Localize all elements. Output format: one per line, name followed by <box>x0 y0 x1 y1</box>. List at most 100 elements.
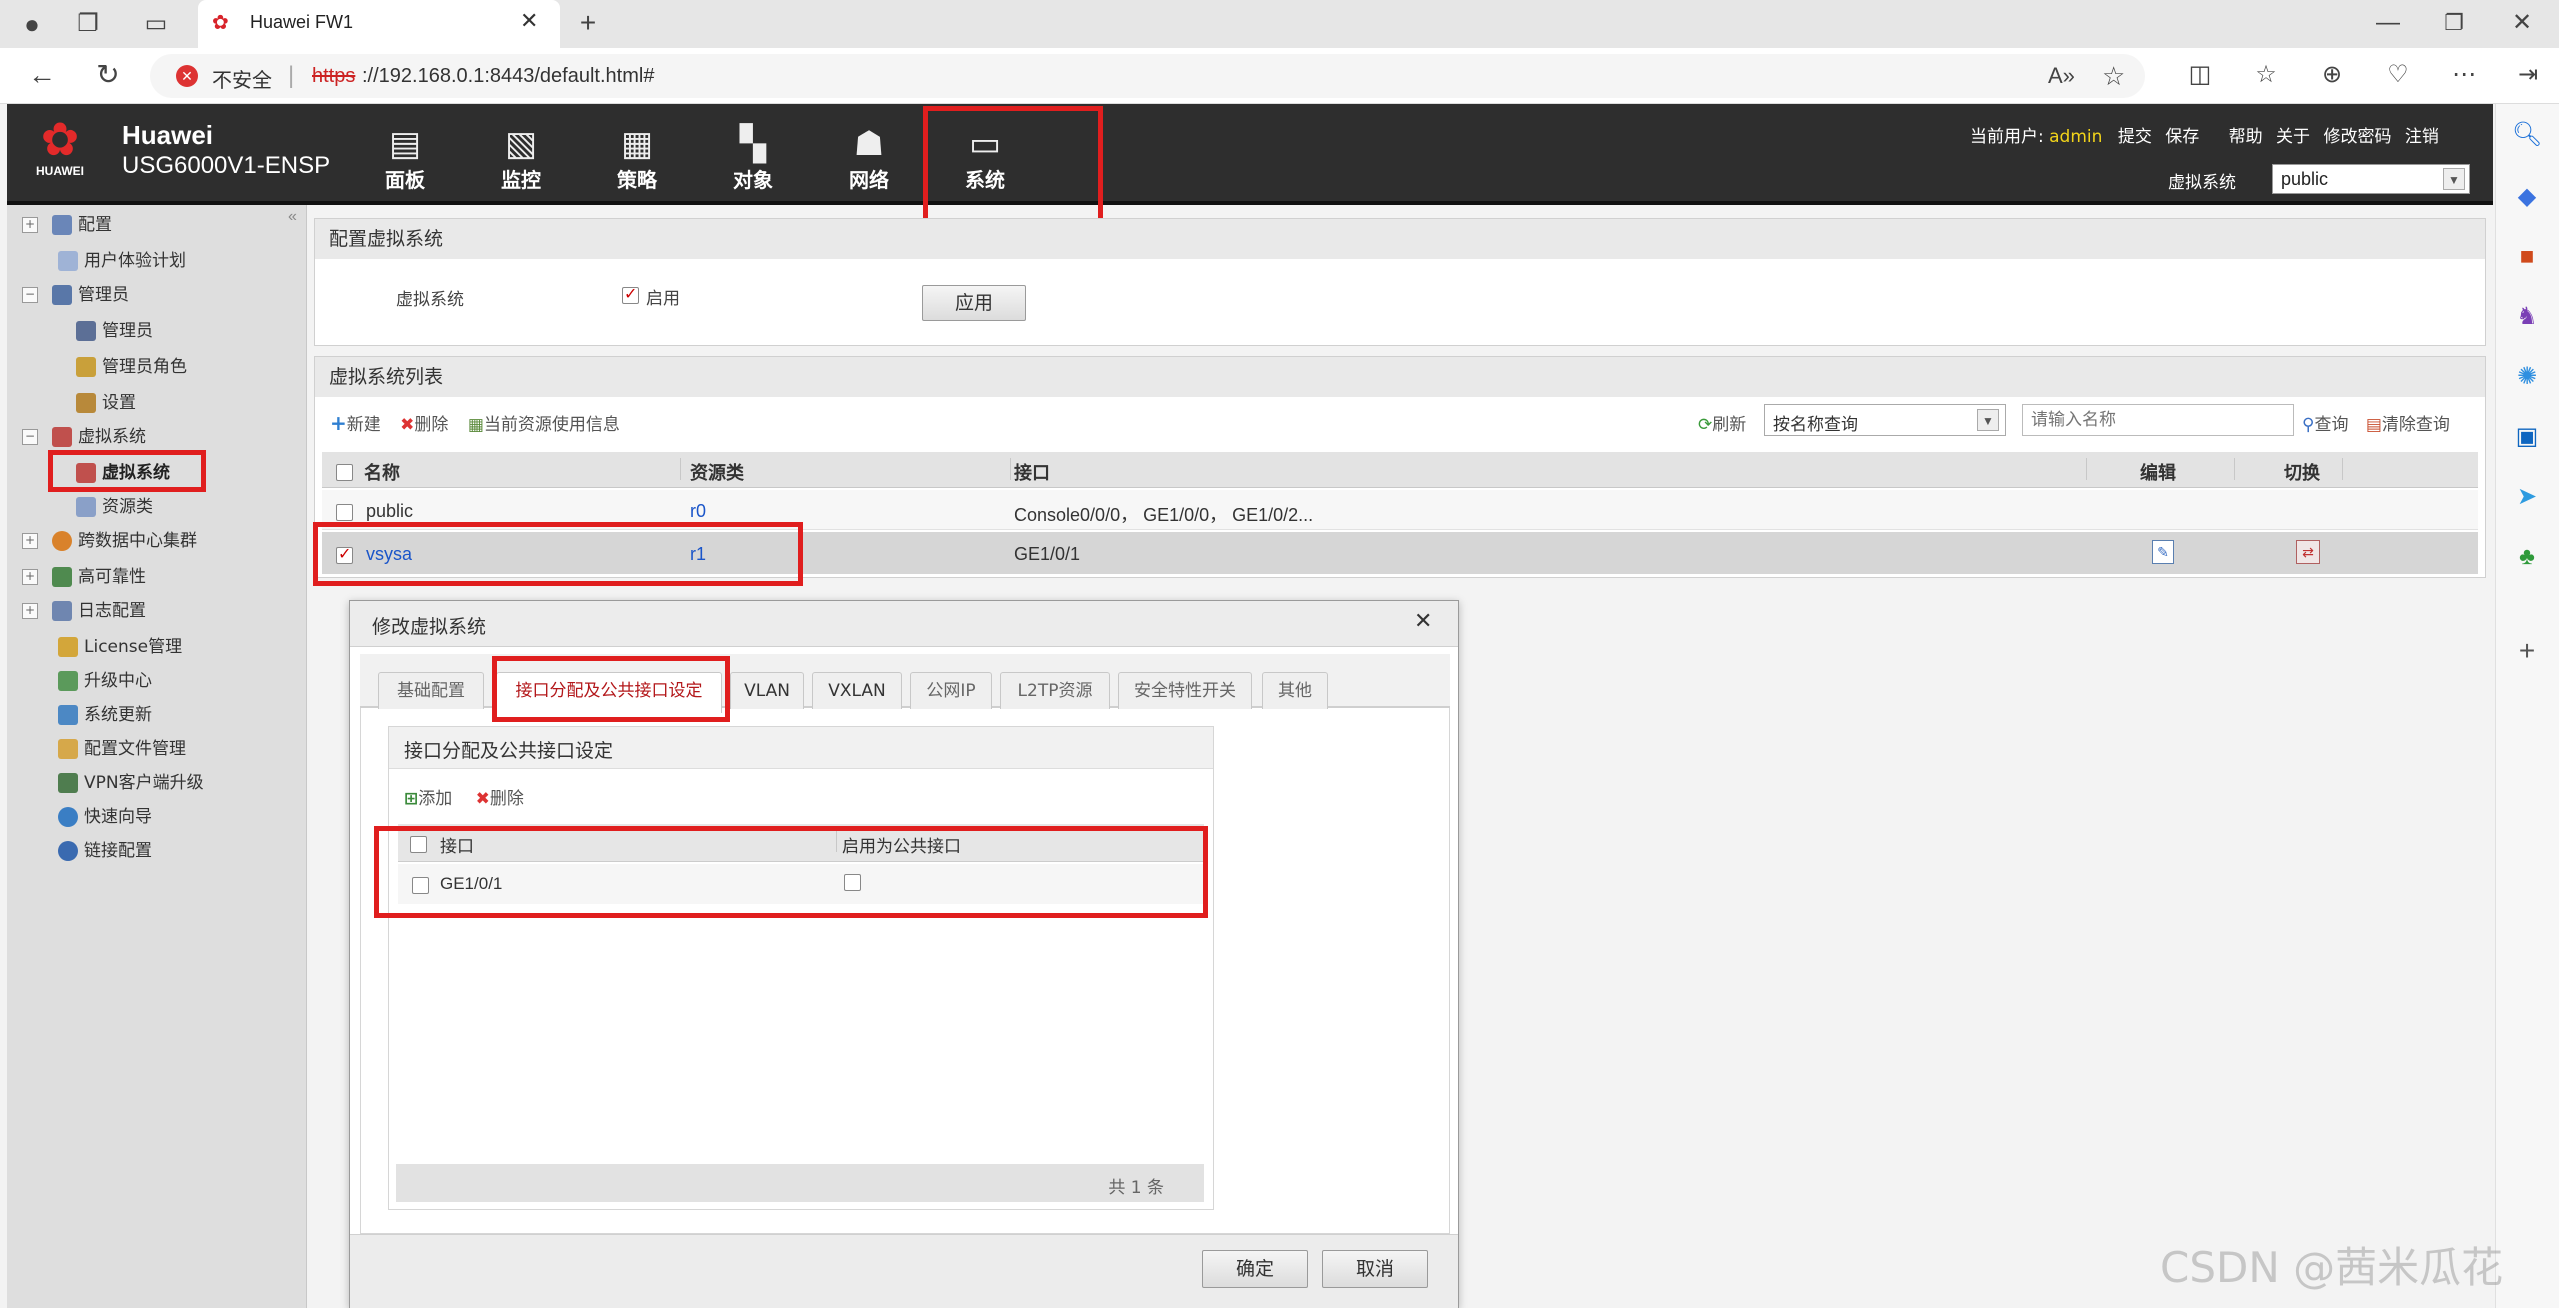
collections-icon[interactable]: ❐ <box>72 9 104 39</box>
add-interface-button[interactable]: 添加 <box>418 789 452 809</box>
more-menu-icon[interactable]: ⋯ <box>2448 60 2480 90</box>
nav-monitor[interactable]: ▧ 监控 <box>466 104 576 204</box>
resource-usage-icon[interactable]: ▦ <box>468 415 484 435</box>
expand-icon[interactable]: + <box>22 569 38 585</box>
tab-actions-icon[interactable]: ▭ <box>140 9 172 39</box>
change-password-link[interactable]: 修改密码 <box>2323 127 2391 147</box>
games-icon[interactable]: ♞ <box>2511 302 2543 332</box>
row-resource-link[interactable]: r0 <box>690 501 706 522</box>
send-icon[interactable]: ➤ <box>2511 482 2543 512</box>
tag-icon[interactable]: ◆ <box>2511 182 2543 212</box>
url-field[interactable]: ✕ 不安全 | https ://192.168.0.1:8443/defaul… <box>150 54 2145 98</box>
tree-item-link-config[interactable]: 链接配置 <box>58 836 152 866</box>
tab-security-features[interactable]: 安全特性开关 <box>1118 672 1252 709</box>
dialog-close-icon[interactable]: ✕ <box>1414 608 1432 634</box>
copilot-icon[interactable]: ✺ <box>2511 362 2543 392</box>
switch-icon[interactable]: ⇄ <box>2296 540 2320 564</box>
tab-public-ip[interactable]: 公网IP <box>910 672 992 709</box>
logout-link[interactable]: 注销 <box>2405 127 2439 147</box>
help-link[interactable]: 帮助 <box>2229 127 2263 147</box>
read-aloud-icon[interactable]: A» <box>2048 63 2075 89</box>
tree-item-config-file[interactable]: 配置文件管理 <box>58 734 186 764</box>
collapse-icon[interactable]: − <box>22 287 38 303</box>
tree-item-log-config[interactable]: + 日志配置 <box>22 596 146 626</box>
tab-l2tp-resource[interactable]: L2TP资源 <box>1000 672 1110 709</box>
tools-icon[interactable]: ■ <box>2511 242 2543 272</box>
delete-interface-button[interactable]: 删除 <box>490 789 524 809</box>
collections-add-icon[interactable]: ⊕ <box>2316 60 2348 90</box>
browser-tab-active[interactable]: ✿ Huawei FW1 ✕ <box>198 0 560 48</box>
collapse-panel-icon[interactable]: « <box>288 208 297 226</box>
profile-icon[interactable]: ● <box>16 9 48 39</box>
add-icon[interactable]: + <box>330 411 347 435</box>
outlook-icon[interactable]: ▣ <box>2511 422 2543 452</box>
nav-policy[interactable]: ▦ 策略 <box>582 104 692 204</box>
add-icon[interactable]: ⊞ <box>404 789 418 809</box>
select-all-checkbox[interactable] <box>336 461 353 482</box>
apply-button[interactable]: 应用 <box>922 285 1026 321</box>
resource-usage-button[interactable]: 当前资源使用信息 <box>484 415 620 435</box>
new-button[interactable]: 新建 <box>347 415 381 435</box>
tree-item-config[interactable]: + 配置 <box>22 210 112 240</box>
vsys-enable-checkbox[interactable] <box>622 284 639 305</box>
delete-icon[interactable]: ✖ <box>400 415 414 435</box>
col-interface[interactable]: 接口 <box>1014 459 1050 485</box>
save-link[interactable]: 保存 <box>2165 127 2199 147</box>
col-resource[interactable]: 资源类 <box>690 459 744 485</box>
restore-icon[interactable]: ❐ <box>2438 8 2470 38</box>
tree-item-vpn-client-upgrade[interactable]: VPN客户端升级 <box>58 768 204 798</box>
reload-icon[interactable]: ↻ <box>92 60 124 90</box>
tab-basic-config[interactable]: 基础配置 <box>378 672 484 709</box>
refresh-area[interactable]: ⟳刷新 <box>1698 410 1746 435</box>
favorite-star-icon[interactable]: ☆ <box>2102 61 2125 92</box>
tab-close-icon[interactable]: ✕ <box>520 8 538 34</box>
nav-dashboard[interactable]: ▤ 面板 <box>350 104 460 204</box>
split-screen-icon[interactable]: ◫ <box>2184 60 2216 90</box>
add-sidebar-app-icon[interactable]: + <box>2511 636 2543 666</box>
expand-icon[interactable]: + <box>22 603 38 619</box>
tree-item-license[interactable]: License管理 <box>58 632 182 662</box>
delete-button[interactable]: 删除 <box>414 415 448 435</box>
tree-item-admin[interactable]: 管理员 <box>76 316 153 346</box>
tree-item-quick-wizard[interactable]: 快速向导 <box>58 802 152 832</box>
minimize-icon[interactable]: — <box>2372 8 2404 38</box>
favorites-icon[interactable]: ☆ <box>2250 60 2282 90</box>
col-name[interactable]: 名称 <box>364 459 400 485</box>
new-tab-icon[interactable]: + <box>572 8 604 38</box>
tree-item-admin-role[interactable]: 管理员角色 <box>76 352 187 382</box>
tree-item-high-availability[interactable]: + 高可靠性 <box>22 562 146 592</box>
search-input[interactable] <box>2022 404 2294 436</box>
expand-icon[interactable]: + <box>22 217 38 233</box>
nav-object[interactable]: ▚ 对象 <box>698 104 808 204</box>
tree-item-vsys-group[interactable]: − 虚拟系统 <box>22 422 146 452</box>
vsys-select[interactable]: public ▼ <box>2272 164 2470 194</box>
about-link[interactable]: 关于 <box>2276 127 2310 147</box>
tab-vxlan[interactable]: VXLAN <box>812 672 902 709</box>
edit-icon[interactable]: ✎ <box>2152 540 2174 564</box>
back-icon[interactable]: ← <box>26 60 58 90</box>
tree-item-system-update[interactable]: 系统更新 <box>58 700 152 730</box>
tab-vlan[interactable]: VLAN <box>730 672 804 709</box>
row-checkbox[interactable] <box>336 501 353 522</box>
submit-link[interactable]: 提交 <box>2118 127 2152 147</box>
tree-icon[interactable]: ♣ <box>2511 542 2543 572</box>
tree-item-upgrade-center[interactable]: 升级中心 <box>58 666 152 696</box>
tree-item-resource-class[interactable]: 资源类 <box>76 492 153 522</box>
tree-item-settings[interactable]: 设置 <box>76 388 136 418</box>
nav-network[interactable]: ☗ 网络 <box>814 104 924 204</box>
tree-item-ux-plan[interactable]: 用户体验计划 <box>58 246 186 276</box>
close-window-icon[interactable]: ✕ <box>2506 8 2538 38</box>
expand-icon[interactable]: + <box>22 533 38 549</box>
browser-essentials-icon[interactable]: ♡ <box>2382 60 2414 90</box>
search-icon[interactable]: ⚲ <box>2302 415 2314 435</box>
ok-button[interactable]: 确定 <box>1202 1250 1308 1288</box>
query-type-select[interactable]: 按名称查询 ▼ <box>1764 404 2006 436</box>
tree-item-cross-dc-cluster[interactable]: + 跨数据中心集群 <box>22 526 197 556</box>
query-button[interactable]: 查询 <box>2314 415 2348 435</box>
tab-other[interactable]: 其他 <box>1262 672 1328 709</box>
clear-icon[interactable]: ▤ <box>2366 415 2382 435</box>
collapse-icon[interactable]: − <box>22 429 38 445</box>
clear-query-button[interactable]: 清除查询 <box>2382 415 2450 435</box>
tree-item-admin-group[interactable]: − 管理员 <box>22 280 129 310</box>
cancel-button[interactable]: 取消 <box>1322 1250 1428 1288</box>
